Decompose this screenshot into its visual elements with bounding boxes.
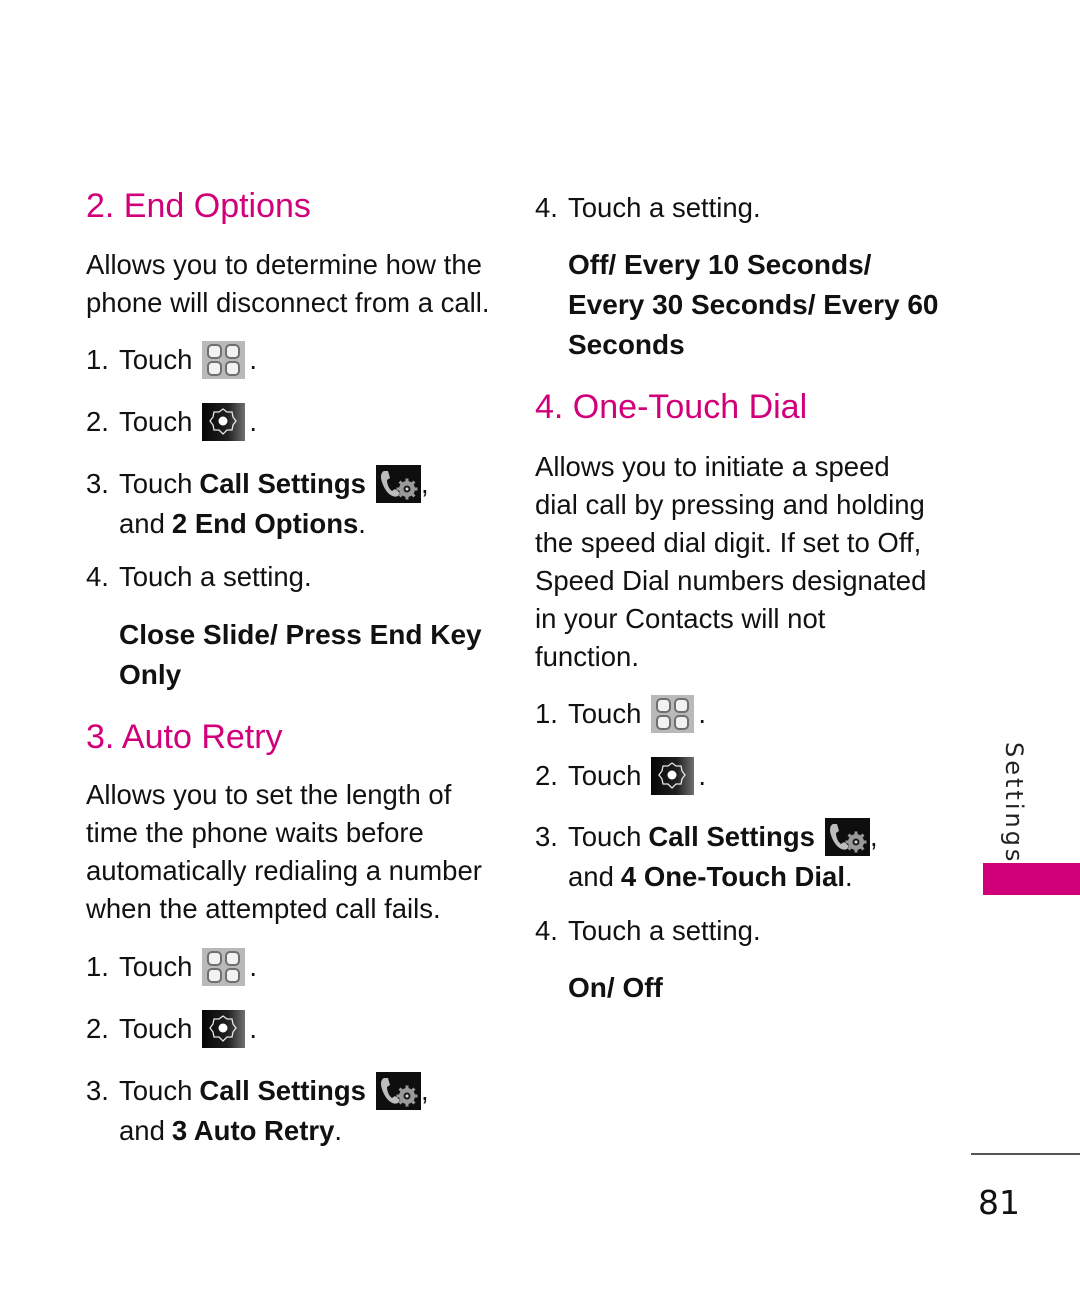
- description-line: dial call by pressing and holding: [535, 489, 925, 520]
- one-touch-dial-choices: On/ Off: [568, 968, 663, 1008]
- page-number-rule: [971, 1153, 1080, 1155]
- step-text: Touch: [568, 760, 642, 791]
- auto-retry-choices: Off/ Every 10 Seconds/ Every 30 Seconds/…: [568, 245, 938, 365]
- auto-retry-description: Allows you to set the length of time the…: [86, 776, 482, 928]
- auto-retry-step-3: 3. Touch Call Settings , and 3 Auto Retr…: [86, 1071, 429, 1151]
- step-text: Touch: [119, 1075, 193, 1106]
- page-number: 81: [978, 1183, 1020, 1222]
- step-number: 3.: [86, 1075, 109, 1106]
- end-options-choices: Close Slide/ Press End Key Only: [119, 615, 482, 695]
- step-suffix: ,: [869, 821, 878, 852]
- menu-grid-icon: [202, 341, 246, 379]
- one-touch-dial-step-4: 4. Touch a setting.: [535, 911, 761, 951]
- description-line: when the attempted call fails.: [86, 893, 441, 924]
- call-settings-icon: [824, 818, 870, 856]
- description-line: Allows you to initiate a speed: [535, 451, 890, 482]
- step-text: Touch: [119, 344, 193, 375]
- end-options-step-1: 1. Touch .: [86, 340, 257, 380]
- step-text: and: [119, 508, 165, 539]
- step-suffix: ,: [420, 468, 429, 499]
- menu-grid-icon: [651, 695, 695, 733]
- step-text: Touch a setting.: [568, 915, 761, 946]
- chapter-tab-label: Settings: [1000, 742, 1028, 865]
- step-number: 2.: [86, 406, 109, 437]
- settings-gear-icon: [651, 757, 695, 795]
- description-line: function.: [535, 641, 639, 672]
- settings-gear-icon: [202, 403, 246, 441]
- description-line: the speed dial digit. If set to Off,: [535, 527, 922, 558]
- step-text: Touch a setting.: [568, 192, 761, 223]
- auto-retry-step-2: 2. Touch .: [86, 1009, 257, 1049]
- step-text: and: [568, 861, 614, 892]
- end-options-step-4: 4. Touch a setting.: [86, 557, 312, 597]
- menu-item-one-touch-dial: 4 One-Touch Dial: [620, 861, 845, 892]
- menu-item-call-settings: Call Settings: [648, 821, 815, 852]
- step-text: Touch: [119, 406, 193, 437]
- one-touch-dial-step-2: 2. Touch .: [535, 756, 706, 796]
- option-line: Every 30 Seconds/ Every 60: [568, 289, 939, 320]
- section-heading-auto-retry: 3. Auto Retry: [86, 718, 283, 756]
- one-touch-dial-step-1: 1. Touch .: [535, 694, 706, 734]
- step-text: Touch: [568, 698, 642, 729]
- step-number: 3.: [535, 821, 558, 852]
- step-number: 2.: [535, 760, 558, 791]
- step-suffix: .: [334, 1115, 343, 1146]
- step-number: 4.: [86, 561, 109, 592]
- description-line: in your Contacts will not: [535, 603, 826, 634]
- description-line: time the phone waits before: [86, 817, 424, 848]
- step-number: 1.: [86, 344, 109, 375]
- menu-grid-icon: [202, 948, 246, 986]
- step-suffix: ,: [420, 1075, 429, 1106]
- step-suffix: .: [698, 698, 707, 729]
- auto-retry-step-4: 4. Touch a setting.: [535, 188, 761, 228]
- description-line: Allows you to determine how the: [86, 249, 482, 280]
- description-line: phone will disconnect from a call.: [86, 287, 490, 318]
- step-text: Touch a setting.: [119, 561, 312, 592]
- step-number: 2.: [86, 1013, 109, 1044]
- step-number: 1.: [86, 951, 109, 982]
- one-touch-dial-description: Allows you to initiate a speed dial call…: [535, 448, 926, 676]
- step-text: and: [119, 1115, 165, 1146]
- menu-item-call-settings: Call Settings: [199, 468, 366, 499]
- option-line: Only: [119, 659, 182, 690]
- menu-item-call-settings: Call Settings: [199, 1075, 366, 1106]
- menu-item-auto-retry: 3 Auto Retry: [171, 1115, 335, 1146]
- menu-item-end-options: 2 End Options: [171, 508, 359, 539]
- step-number: 3.: [86, 468, 109, 499]
- option-line: Off/ Every 10 Seconds/: [568, 249, 872, 280]
- auto-retry-step-1: 1. Touch .: [86, 947, 257, 987]
- settings-gear-icon: [202, 1010, 246, 1048]
- section-heading-one-touch-dial: 4. One-Touch Dial: [535, 388, 808, 426]
- step-number: 1.: [535, 698, 558, 729]
- call-settings-icon: [375, 1072, 421, 1110]
- description-line: automatically redialing a number: [86, 855, 482, 886]
- step-number: 4.: [535, 915, 558, 946]
- option-line: Close Slide/ Press End Key: [119, 619, 482, 650]
- step-text: Touch: [568, 821, 642, 852]
- one-touch-dial-step-3: 3. Touch Call Settings , and 4 One-Touch…: [535, 817, 878, 897]
- call-settings-icon: [375, 465, 421, 503]
- end-options-step-3: 3. Touch Call Settings , and 2 End Optio…: [86, 464, 429, 544]
- step-suffix: .: [249, 1013, 258, 1044]
- end-options-step-2: 2. Touch .: [86, 402, 257, 442]
- step-suffix: .: [845, 861, 853, 892]
- step-suffix: .: [249, 951, 258, 982]
- option-line: On/ Off: [568, 972, 663, 1003]
- description-line: Speed Dial numbers designated: [535, 565, 927, 596]
- option-line: Seconds: [568, 329, 685, 360]
- step-suffix: .: [249, 344, 258, 375]
- step-text: Touch: [119, 951, 193, 982]
- step-text: Touch: [119, 1013, 193, 1044]
- step-text: Touch: [119, 468, 193, 499]
- step-suffix: .: [249, 406, 258, 437]
- end-options-description: Allows you to determine how the phone wi…: [86, 246, 490, 322]
- section-heading-end-options: 2. End Options: [86, 187, 311, 225]
- step-suffix: .: [698, 760, 707, 791]
- step-number: 4.: [535, 192, 558, 223]
- step-suffix: .: [358, 508, 366, 539]
- description-line: Allows you to set the length of: [86, 779, 452, 810]
- chapter-tab-marker: [983, 863, 1080, 895]
